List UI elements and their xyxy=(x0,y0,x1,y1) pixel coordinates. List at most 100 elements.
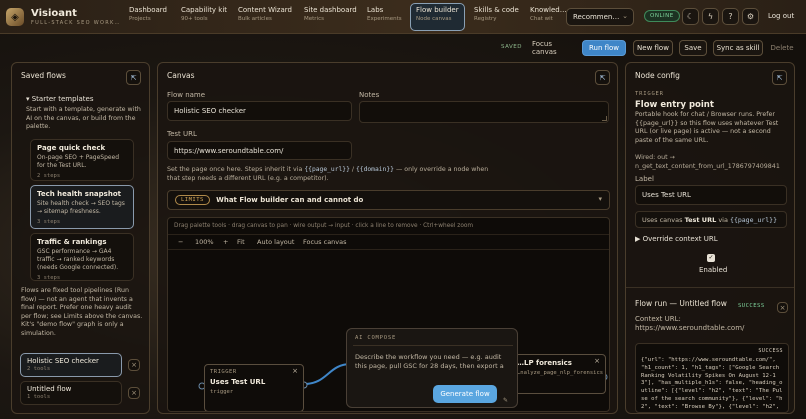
flow-name: Untitled flow xyxy=(27,385,72,393)
nav-label: Content Wizard xyxy=(238,6,292,14)
nav-item-flow-builder[interactable]: Flow builder Node canvas xyxy=(410,3,465,31)
canvas-panel: Canvas ⇱ Flow name Holistic SEO checker … xyxy=(157,62,618,414)
focus-canvas-button[interactable]: Focus canvas xyxy=(532,40,576,56)
node-title: Uses Test URL xyxy=(210,378,266,386)
override-context-toggle[interactable]: ▶ Override context URL xyxy=(635,235,718,243)
resize-handle-icon[interactable] xyxy=(602,116,607,121)
starter-templates-toggle[interactable]: ▾ Starter templates xyxy=(26,95,94,103)
edit-icon[interactable]: ✎ xyxy=(503,397,508,404)
auto-layout-button[interactable]: Auto layout xyxy=(257,238,294,246)
status-badge: ONLINE xyxy=(644,10,680,22)
flow-list-item[interactable]: Untitled flow 1 tools xyxy=(20,381,122,405)
nav-label: Skills & code xyxy=(474,6,519,14)
template-card[interactable]: Traffic & rankings GSC performance → GA4… xyxy=(30,233,134,281)
hint-var: {{domain}} xyxy=(356,166,394,173)
help-icon[interactable]: ? xyxy=(722,8,739,25)
enabled-checkbox[interactable]: ✓ xyxy=(707,254,715,262)
nav-label: Knowled… xyxy=(530,6,567,14)
hint-var: {{page_url}} xyxy=(304,166,350,173)
brand: Visioant FULL-STACK SEO WORK… xyxy=(31,8,121,26)
zoom-out-button[interactable]: − xyxy=(178,238,183,246)
sync-as-skill-button[interactable]: Sync as skill xyxy=(713,40,763,56)
uses-text: via xyxy=(718,216,728,224)
gear-icon[interactable]: ⚙ xyxy=(742,8,759,25)
node-sub: …nalyze_page_nlp_forensics xyxy=(517,370,604,376)
trigger-node[interactable]: TRIGGER × Uses Test URL trigger xyxy=(204,364,304,411)
chevron-down-icon: ▾ xyxy=(598,195,602,203)
fit-button[interactable]: Fit xyxy=(237,238,245,246)
nav-item-capability-kit[interactable]: Capability kit 90+ tools xyxy=(177,6,231,28)
delete-button[interactable]: Delete xyxy=(768,40,796,56)
wire[interactable] xyxy=(303,363,352,385)
nav-desc: Registry xyxy=(474,16,497,22)
context-url-label: Context URL: xyxy=(635,315,681,323)
nav-label: Capability kit xyxy=(181,6,228,14)
template-card[interactable]: Tech health snapshot Site health check →… xyxy=(30,185,134,229)
panel-title: Node config xyxy=(635,71,680,80)
template-title: Traffic & rankings xyxy=(37,238,107,246)
nav-item-site-dashboard[interactable]: Site dashboard Metrics xyxy=(300,6,361,28)
label-input[interactable]: Uses Test URL xyxy=(635,185,787,205)
top-nav: ◈ Visioant FULL-STACK SEO WORK… Dashboar… xyxy=(0,0,806,34)
label-field-label: Label xyxy=(635,175,654,183)
nav-item-knowledge[interactable]: Knowled… Chat wit xyxy=(526,6,571,28)
test-url-hint: Set the page once here. Steps inherit it… xyxy=(167,166,497,183)
close-icon[interactable]: × xyxy=(777,302,788,313)
moon-icon[interactable]: ☾ xyxy=(682,8,699,25)
nav-item-skills-code[interactable]: Skills & code Registry xyxy=(470,6,523,28)
flow-name-input[interactable]: Holistic SEO checker xyxy=(167,101,352,121)
uses-var: {{page_url}} xyxy=(730,216,777,224)
limits-disclosure[interactable]: LIMITS What Flow builder can and cannot … xyxy=(167,190,610,210)
hint-text: Set the page once here. Steps inherit it… xyxy=(167,166,303,173)
node-kind: TRIGGER xyxy=(635,91,664,97)
nlp-forensics-node[interactable]: …LP forensics × …nalyze_page_nlp_forensi… xyxy=(506,354,606,394)
divider xyxy=(626,287,794,288)
flow-canvas[interactable]: Drag palette tools · drag canvas to pan … xyxy=(167,217,610,412)
notes-textarea[interactable] xyxy=(359,101,609,123)
new-flow-button[interactable]: New flow xyxy=(633,40,673,56)
delete-flow-icon[interactable]: × xyxy=(128,359,140,371)
model-select[interactable]: Recommen… ⌄ xyxy=(566,8,634,26)
template-meta: 3 steps xyxy=(37,219,61,225)
nav-item-content-wizard[interactable]: Content Wizard Bulk articles xyxy=(234,6,296,28)
zoom-in-button[interactable]: + xyxy=(223,238,228,246)
flow-meta: 2 tools xyxy=(27,366,51,372)
nav-desc: Metrics xyxy=(304,16,324,22)
collapse-icon[interactable]: ⇱ xyxy=(126,70,141,85)
nav-item-labs[interactable]: Labs Experiments xyxy=(363,6,406,28)
result-status: SUCCESS xyxy=(758,348,783,354)
nav-desc: Bulk articles xyxy=(238,16,272,22)
flow-name-label: Flow name xyxy=(167,91,206,99)
generate-flow-button[interactable]: Generate flow xyxy=(433,385,497,403)
run-flow-button[interactable]: Run flow xyxy=(582,40,626,56)
logo-icon[interactable]: ◈ xyxy=(6,8,24,26)
focus-canvas-toolbar-button[interactable]: Focus canvas xyxy=(303,238,347,246)
template-desc: GSC performance → GA4 traffic → ranked k… xyxy=(37,248,119,271)
bolt-icon[interactable]: ϟ xyxy=(702,8,719,25)
canvas-toolbar-hint: Drag palette tools · drag canvas to pan … xyxy=(174,223,474,229)
save-button[interactable]: Save xyxy=(679,40,707,56)
nav-desc: Experiments xyxy=(367,16,402,22)
close-icon[interactable]: × xyxy=(292,367,298,375)
nav-label: Flow builder xyxy=(416,6,459,14)
node-description: Portable hook for chat / Browser runs. P… xyxy=(635,111,779,144)
template-card[interactable]: Page quick check On-page SEO + PageSpeed… xyxy=(30,139,134,181)
node-kind: TRIGGER xyxy=(210,369,237,375)
collapse-icon[interactable]: ⇱ xyxy=(595,70,610,85)
logout-link[interactable]: Log out xyxy=(768,12,794,20)
nav-item-dashboard[interactable]: Dashboard Projects xyxy=(125,6,171,28)
zoom-level: 100% xyxy=(195,238,214,246)
collapse-icon[interactable]: ⇱ xyxy=(772,70,787,85)
limits-row: LIMITS What Flow builder can and cannot … xyxy=(175,195,363,205)
test-url-input[interactable]: https://www.seroundtable.com/ xyxy=(167,141,352,160)
nav-desc: Chat wit xyxy=(530,16,553,22)
run-title: Flow run — Untitled flow xyxy=(635,299,727,308)
delete-flow-icon[interactable]: × xyxy=(128,387,140,399)
panel-title: Canvas xyxy=(167,71,195,80)
ai-compose-textarea[interactable]: Describe the workflow you need — e.g. au… xyxy=(355,353,507,380)
flow-list-item[interactable]: Holistic SEO checker 2 tools xyxy=(20,353,122,377)
close-icon[interactable]: × xyxy=(594,357,600,365)
node-title: …LP forensics xyxy=(517,359,572,367)
uses-bold: Test URL xyxy=(684,216,717,224)
template-title: Tech health snapshot xyxy=(37,190,121,198)
